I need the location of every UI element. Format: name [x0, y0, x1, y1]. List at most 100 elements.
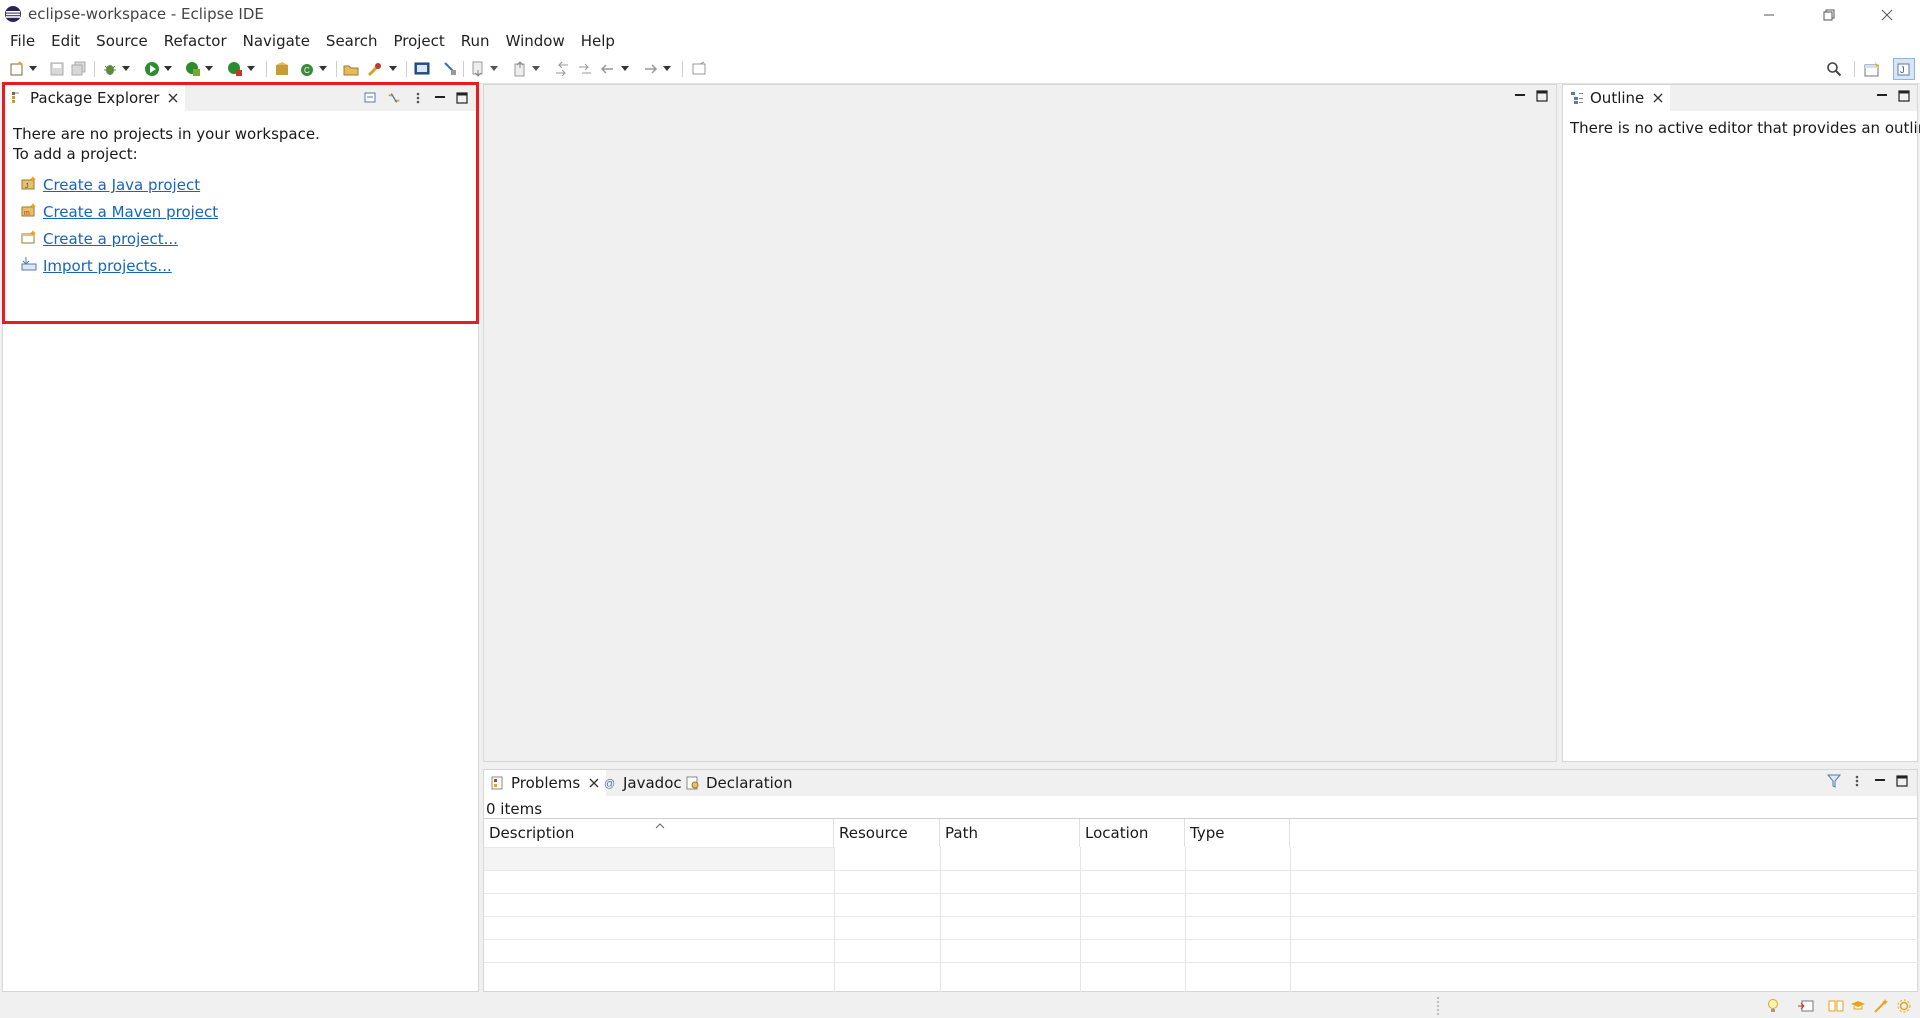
menu-run[interactable]: Run	[453, 29, 498, 54]
svg-text:J: J	[1900, 65, 1905, 75]
chevron-down-icon[interactable]	[489, 60, 499, 78]
tab-outline[interactable]: Outline	[1563, 85, 1671, 111]
java-perspective-icon[interactable]: J	[1893, 58, 1915, 80]
graduation-cap-icon[interactable]	[1849, 998, 1867, 1014]
column-header-description[interactable]: Description	[484, 819, 834, 847]
book-icon[interactable]	[1827, 998, 1845, 1014]
table-row	[484, 939, 1918, 962]
forward-history-icon[interactable]	[576, 60, 594, 78]
column-header-type[interactable]: Type	[1185, 819, 1290, 847]
maximize-editor-icon[interactable]	[1535, 89, 1549, 103]
problems-table: Description Resource Path Location Type	[484, 818, 1918, 992]
menu-refactor[interactable]: Refactor	[156, 29, 235, 54]
back-icon[interactable]	[598, 60, 616, 78]
minimize-button[interactable]	[1740, 0, 1798, 29]
chevron-down-icon[interactable]	[388, 60, 398, 78]
maximize-view-icon[interactable]	[1897, 89, 1911, 103]
search-icon[interactable]	[1825, 60, 1843, 78]
minimize-view-icon[interactable]	[1873, 774, 1887, 788]
menu-file[interactable]: File	[2, 29, 43, 54]
column-header-resource[interactable]: Resource	[834, 819, 940, 847]
column-header-location[interactable]: Location	[1080, 819, 1185, 847]
menu-bar: File Edit Source Refactor Navigate Searc…	[0, 29, 1920, 54]
import-projects-link-row: Import projects...	[21, 256, 172, 276]
new-java-class-icon[interactable]: C	[298, 60, 316, 78]
collapse-all-icon[interactable]	[364, 91, 378, 105]
close-button[interactable]	[1858, 0, 1916, 29]
chevron-down-icon[interactable]	[163, 60, 173, 78]
wand-icon[interactable]	[1872, 998, 1890, 1014]
chevron-down-icon[interactable]	[620, 60, 630, 78]
restore-button[interactable]	[1800, 0, 1858, 29]
search-icon[interactable]	[366, 60, 384, 78]
package-explorer-icon	[9, 90, 25, 106]
column-header-path[interactable]: Path	[940, 819, 1080, 847]
maximize-view-icon[interactable]	[455, 91, 469, 105]
debug-icon[interactable]	[101, 60, 119, 78]
menu-help[interactable]: Help	[573, 29, 623, 54]
external-tools-icon[interactable]	[226, 60, 244, 78]
toggle-mark-occurrences-icon[interactable]	[441, 60, 459, 78]
save-icon[interactable]	[48, 60, 66, 78]
menu-project[interactable]: Project	[385, 29, 452, 54]
chevron-down-icon[interactable]	[121, 60, 131, 78]
add-project-prompt: To add a project:	[13, 145, 138, 163]
minimize-view-icon[interactable]	[433, 91, 447, 105]
restore-icon	[1823, 9, 1835, 20]
filter-icon[interactable]	[1827, 774, 1841, 788]
tab-label: Package Explorer	[30, 89, 160, 107]
last-edit-location-icon[interactable]	[553, 60, 571, 78]
open-perspective-icon[interactable]	[1863, 60, 1881, 78]
new-java-package-icon[interactable]	[273, 60, 291, 78]
menu-search[interactable]: Search	[318, 29, 386, 54]
create-project-link[interactable]: Create a project...	[43, 230, 178, 248]
import-projects-link[interactable]: Import projects...	[43, 257, 172, 275]
pin-editor-icon[interactable]	[690, 60, 708, 78]
chevron-down-icon[interactable]	[246, 60, 256, 78]
menu-navigate[interactable]: Navigate	[235, 29, 318, 54]
tab-declaration[interactable]: Declaration	[679, 770, 798, 796]
chevron-down-icon[interactable]	[28, 60, 38, 78]
editor-area[interactable]	[483, 84, 1557, 762]
chevron-down-icon[interactable]	[531, 60, 541, 78]
chevron-down-icon[interactable]	[204, 60, 214, 78]
next-annotation-icon[interactable]	[469, 60, 487, 78]
menu-edit[interactable]: Edit	[43, 29, 88, 54]
tasks-icon[interactable]	[1797, 998, 1815, 1014]
tab-label: Javadoc	[623, 774, 682, 792]
save-all-icon[interactable]	[70, 60, 88, 78]
outline-tabbar: Outline	[1563, 85, 1917, 111]
create-maven-project-link[interactable]: Create a Maven project	[43, 203, 218, 221]
view-menu-icon[interactable]	[411, 91, 425, 105]
link-with-editor-icon[interactable]	[387, 91, 401, 105]
menu-window[interactable]: Window	[498, 29, 573, 54]
javadoc-icon: @	[602, 775, 618, 791]
package-explorer-view: Package Explorer There are no projects i…	[2, 84, 479, 992]
chevron-down-icon[interactable]	[318, 60, 328, 78]
view-menu-icon[interactable]	[1850, 774, 1864, 788]
import-icon	[21, 256, 37, 276]
close-icon[interactable]	[167, 92, 179, 104]
menu-source[interactable]: Source	[88, 29, 156, 54]
tab-package-explorer[interactable]: Package Explorer	[3, 85, 186, 111]
table-row	[484, 916, 1918, 939]
maximize-view-icon[interactable]	[1895, 774, 1909, 788]
lightbulb-icon[interactable]	[1764, 998, 1782, 1014]
run-icon[interactable]	[143, 60, 161, 78]
open-type-icon[interactable]	[342, 60, 360, 78]
coverage-icon[interactable]	[184, 60, 202, 78]
tab-problems[interactable]: Problems	[484, 770, 607, 796]
terminal-icon[interactable]	[413, 60, 431, 78]
new-icon[interactable]	[8, 60, 26, 78]
minimize-view-icon[interactable]	[1875, 89, 1889, 103]
minimize-editor-icon[interactable]	[1513, 89, 1527, 103]
sun-icon[interactable]	[1895, 998, 1913, 1014]
create-java-project-link[interactable]: Create a Java project	[43, 176, 200, 194]
toolbar-separator	[1854, 61, 1855, 77]
tab-javadoc[interactable]: @ Javadoc	[596, 770, 688, 796]
close-icon[interactable]	[1652, 92, 1664, 104]
chevron-down-icon[interactable]	[662, 60, 672, 78]
forward-icon[interactable]	[642, 60, 660, 78]
new-maven-project-icon: m	[21, 202, 37, 222]
previous-annotation-icon[interactable]	[511, 60, 529, 78]
